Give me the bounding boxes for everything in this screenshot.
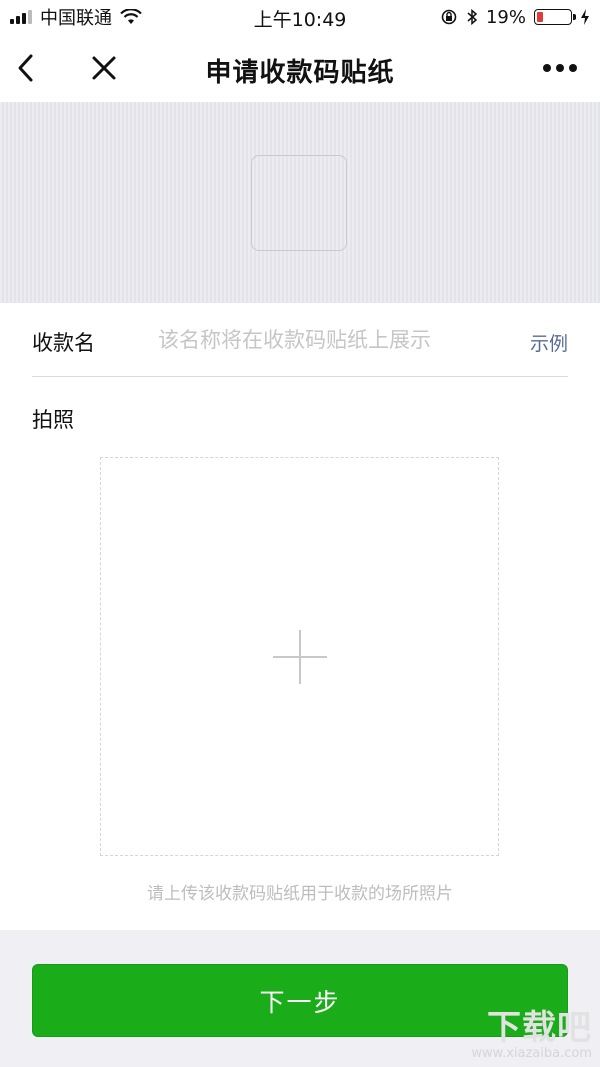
nav-bar: 申请收款码贴纸 — [0, 34, 600, 102]
photo-upload-area[interactable] — [100, 457, 499, 856]
more-dots-icon — [543, 64, 577, 72]
qr-code-placeholder — [251, 155, 347, 251]
plus-icon — [273, 630, 327, 684]
watermark-logo: 下载吧 — [487, 1008, 592, 1048]
battery-level — [537, 12, 543, 22]
payee-name-input[interactable] — [158, 321, 488, 359]
status-bar: 中国联通 上午10:49 19% — [0, 0, 600, 34]
payee-name-label: 收款名 — [32, 331, 95, 355]
battery-icon — [534, 9, 576, 25]
bluetooth-icon — [467, 8, 478, 26]
upload-hint: 请上传该收款码贴纸用于收款的场所照片 — [147, 884, 453, 904]
orientation-lock-icon — [441, 9, 457, 25]
charging-icon — [581, 9, 589, 25]
photo-label: 拍照 — [32, 408, 74, 432]
payee-name-row: 收款名 示例 — [32, 303, 568, 377]
status-right: 19% — [440, 6, 590, 28]
example-link[interactable]: 示例 — [530, 329, 568, 356]
footer: 下一步 下载吧 www.xiazaiba.com — [0, 930, 600, 1067]
page-title: 申请收款码贴纸 — [205, 58, 395, 88]
more-button[interactable] — [540, 48, 580, 88]
watermark-site: www.xiazaiba.com — [471, 1046, 592, 1061]
battery-percent: 19% — [485, 6, 526, 28]
watermark: 下载吧 www.xiazaiba.com — [471, 1010, 592, 1061]
sticker-preview-banner — [0, 102, 600, 303]
